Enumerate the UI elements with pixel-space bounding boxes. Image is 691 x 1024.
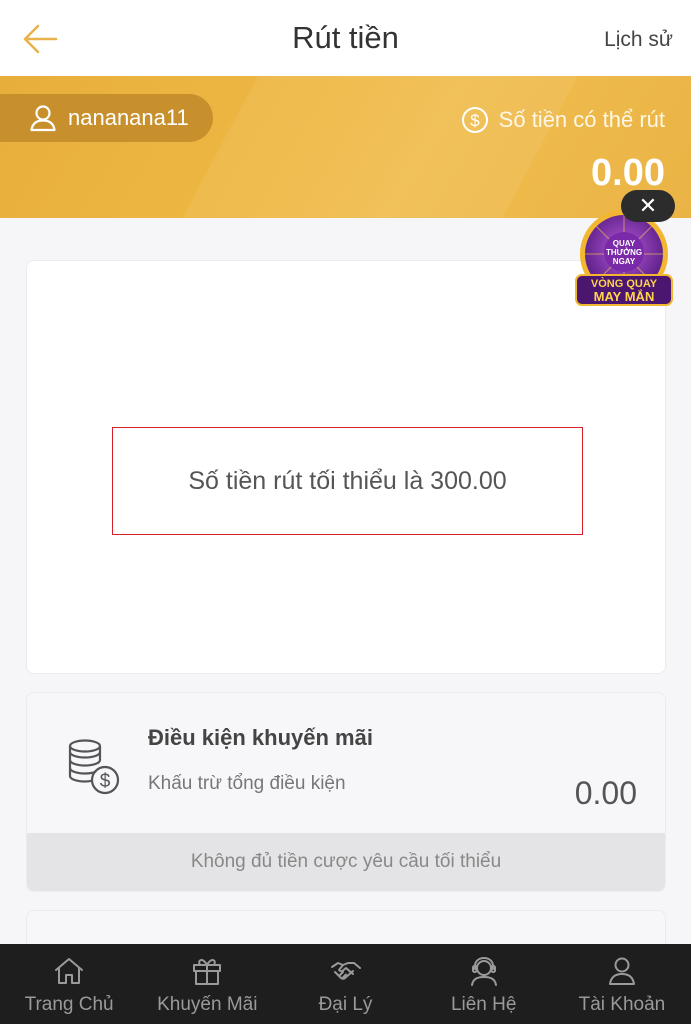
- username: nananana11: [68, 105, 189, 130]
- close-widget-button[interactable]: ✕: [621, 190, 675, 222]
- close-icon: ✕: [638, 193, 658, 218]
- promo-condition-card: $ Điều kiện khuyến mãi Khấu trừ tổng điề…: [26, 692, 666, 892]
- nav-label-contact: Liên Hệ: [450, 994, 517, 1015]
- wheel-text-1: QUAY: [613, 239, 636, 248]
- nav-item-agent[interactable]: Đại Lý: [276, 944, 414, 1024]
- user-badge: nananana11: [0, 94, 213, 142]
- wheel-text-5: MAY MẮN: [594, 289, 655, 304]
- history-link[interactable]: Lịch sử: [604, 28, 673, 52]
- bottom-nav: Trang Chủ Khuyến Mãi Đại Lý Liên Hệ Tài …: [0, 944, 691, 1024]
- promo-amount: 0.00: [574, 775, 637, 811]
- wheel-text-3: NGAY: [613, 257, 636, 266]
- page-title: Rút tiền: [292, 20, 399, 55]
- handshake-icon: [330, 962, 361, 980]
- min-withdraw-notice: Số tiền rút tối thiểu là 300.00: [112, 427, 583, 535]
- support-icon: [470, 956, 497, 986]
- nav-label-promotions: Khuyến Mãi: [157, 994, 258, 1015]
- account-icon: [608, 957, 635, 985]
- withdrawable-label: Số tiền có thể rút: [498, 107, 665, 132]
- withdrawable-label-row: $ Số tiền có thể rút: [461, 106, 665, 134]
- nav-item-account[interactable]: Tài Khoản: [553, 944, 691, 1024]
- home-icon: [55, 958, 84, 984]
- nav-item-promotions[interactable]: Khuyến Mãi: [138, 944, 276, 1024]
- user-icon: [30, 105, 56, 132]
- nav-item-contact[interactable]: Liên Hệ: [415, 944, 553, 1024]
- wheel-text-2: THƯỞNG: [606, 248, 642, 257]
- promo-status-bar: Không đủ tiền cược yêu cầu tối thiểu: [27, 833, 665, 891]
- banner-decoration: [140, 76, 600, 218]
- nav-label-account: Tài Khoản: [578, 994, 666, 1015]
- svg-text:$: $: [470, 111, 480, 130]
- top-bar: Rút tiền Lịch sử: [0, 0, 691, 76]
- nav-label-agent: Đại Lý: [318, 994, 373, 1015]
- svg-text:$: $: [100, 771, 111, 792]
- withdraw-card: Số tiền rút tối thiểu là 300.00: [26, 260, 666, 674]
- withdrawable-amount: 0.00: [591, 152, 665, 194]
- coin-stack-icon: $: [68, 739, 120, 795]
- min-withdraw-text: Số tiền rút tối thiểu là 300.00: [188, 466, 507, 495]
- nav-item-home[interactable]: Trang Chủ: [0, 944, 138, 1024]
- promo-title: Điều kiện khuyến mãi: [148, 725, 373, 750]
- promo-subtitle: Khấu trừ tổng điều kiện: [148, 773, 346, 794]
- gift-icon: [193, 959, 222, 985]
- nav-label-home: Trang Chủ: [24, 994, 114, 1015]
- balance-banner: nananana11 $ Số tiền có thể rút 0.00: [0, 76, 691, 218]
- dollar-circle-icon: $: [461, 107, 488, 133]
